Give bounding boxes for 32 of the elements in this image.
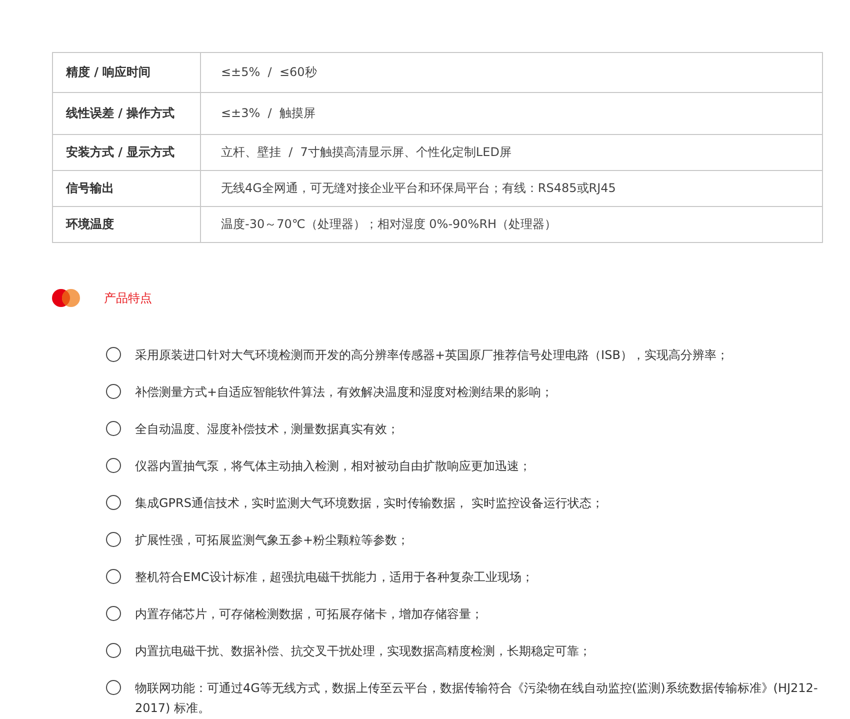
feature-text: 扩展性强，可拓展监测气象五参+粉尘颗粒等参数； (135, 532, 410, 549)
feature-text: 采用原装进口针对大气环境检测而开发的高分辨率传感器+英国原厂推荐信号处理电路（ISB），实现高分辨率； (135, 347, 730, 364)
bullet-icon (106, 347, 121, 362)
bullet-icon (106, 680, 121, 695)
table-cell: 环境温度 (52, 206, 200, 242)
bullet-icon (106, 384, 121, 399)
bullet-icon (106, 458, 121, 473)
bullet-icon (106, 532, 121, 547)
bullet-icon (106, 495, 121, 510)
table-cell: 信号输出 (52, 170, 200, 206)
table-cell: 温度-30～70℃（处理器）；相对湿度 0%-90%RH（处理器） (200, 206, 822, 242)
feature-text: 物联网功能：可通过4G等无线方式，数据上传至云平台，数据传输符合《污染物在线自动监控(监测)系统数据传输标准》(HJ212-2017) 标准。 (135, 680, 819, 717)
table-cell: 无线4G全网通，可无缝对接企业平台和环保局平台；有线：RS485或RJ45 (200, 170, 822, 206)
feature-text: 补偿测量方式+自适应智能软件算法，有效解决温度和湿度对检测结果的影响； (135, 384, 554, 401)
feature-text: 全自动温度、湿度补偿技术，测量数据真实有效； (135, 421, 400, 438)
table-cell: 安装方式 / 显示方式 (52, 134, 200, 170)
table-cell: 精度 / 响应时间 (52, 52, 200, 92)
table-cell: 立杆、壁挂 / 7寸触摸高清显示屏、个性化定制LED屏 (200, 134, 822, 170)
table-cell: ≤±3% / 触摸屏 (200, 92, 822, 134)
bullet-icon (106, 421, 121, 436)
logo-icon (52, 289, 80, 307)
feature-text: 仪器内置抽气泵，将气体主动抽入检测，相对被动自由扩散响应更加迅速； (135, 458, 532, 475)
feature-text: 内置抗电磁干扰、数据补偿、抗交叉干扰处理，实现数据高精度检测，长期稳定可靠； (135, 643, 592, 660)
bullet-icon (106, 606, 121, 621)
feature-text: 整机符合EMC设计标准，超强抗电磁干扰能力，适用于各种复杂工业现场； (135, 569, 534, 586)
bullet-icon (106, 569, 121, 584)
feature-text: 集成GPRS通信技术，实时监测大气环境数据，实时传输数据， 实时监控设备运行状态； (135, 495, 604, 512)
section-title: 产品特点 (104, 290, 152, 306)
bullet-icon (106, 643, 121, 658)
table-cell: 线性误差 / 操作方式 (52, 92, 200, 134)
feature-text: 内置存储芯片，可存储检测数据，可拓展存储卡，增加存储容量； (135, 606, 484, 623)
table-cell: ≤±5% / ≤60秒 (200, 52, 822, 92)
